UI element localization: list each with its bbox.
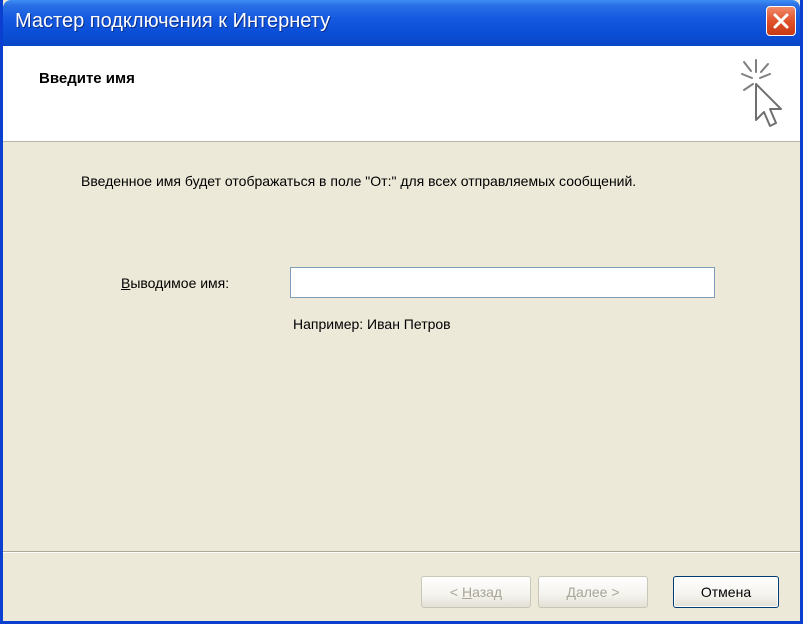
next-button[interactable]: Далее >	[538, 576, 648, 608]
display-name-input[interactable]	[290, 267, 715, 298]
example-text: Например: Иван Петров	[293, 316, 451, 332]
display-name-label: Выводимое имя:	[121, 275, 229, 291]
window-title: Мастер подключения к Интернету	[15, 10, 331, 32]
display-name-label-accel: В	[121, 275, 131, 291]
next-button-accel: Д	[566, 584, 576, 600]
back-button-rest: азад	[472, 584, 503, 600]
footer-divider	[3, 551, 800, 553]
page-title: Введите имя	[39, 70, 135, 87]
title-bar[interactable]: Мастер подключения к Интернету	[3, 0, 800, 46]
back-button[interactable]: < Назад	[421, 576, 531, 608]
next-button-rest: алее >	[575, 584, 620, 600]
close-icon	[773, 13, 789, 29]
cancel-button[interactable]: Отмена	[673, 576, 779, 608]
close-button[interactable]	[766, 6, 796, 36]
wizard-window: Мастер подключения к Интернету Введите и…	[0, 0, 803, 624]
back-button-prefix: <	[449, 584, 462, 600]
wizard-cursor-icon	[741, 59, 782, 127]
description-text: Введенное имя будет отображаться в поле …	[81, 173, 637, 189]
back-button-accel: Н	[461, 584, 473, 600]
display-name-label-rest: ыводимое имя:	[130, 275, 230, 291]
wizard-header: Введите имя	[3, 46, 800, 142]
